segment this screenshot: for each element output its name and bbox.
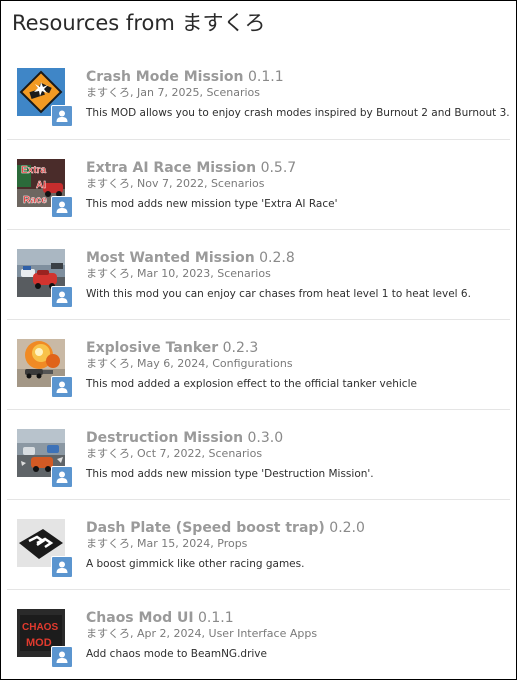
resource-title-link[interactable]: Dash Plate (Speed boost trap) — [86, 520, 325, 536]
resource-description: This MOD allows you to enjoy crash modes… — [86, 107, 510, 119]
resource-list: Crash Mode Mission 0.1.1 ますくろ, Jan 7, 20… — [7, 49, 510, 679]
resource-text: Crash Mode Mission 0.1.1 ますくろ, Jan 7, 20… — [86, 68, 510, 120]
resource-text: Explosive Tanker 0.2.3 ますくろ, May 6, 2024… — [86, 339, 506, 391]
category-link[interactable]: Props — [217, 537, 247, 550]
author-avatar[interactable] — [51, 556, 73, 578]
author-link[interactable]: ますくろ — [86, 86, 130, 99]
author-link[interactable]: ますくろ — [86, 177, 130, 190]
resource-version: 0.2.0 — [329, 520, 365, 536]
resource-version: 0.1.1 — [198, 610, 234, 626]
author-link[interactable]: ますくろ — [86, 627, 130, 640]
resource-title-link[interactable]: Crash Mode Mission — [86, 69, 244, 85]
resource-version: 0.2.8 — [259, 250, 295, 266]
resource-title-link[interactable]: Most Wanted Mission — [86, 250, 255, 266]
resource-description: This mod added a explosion effect to the… — [86, 378, 417, 390]
author-avatar[interactable] — [51, 105, 73, 127]
resource-date: Apr 2, 2024 — [137, 627, 202, 640]
resource-item: Destruction Mission 0.3.0 ますくろ, Oct 7, 2… — [7, 409, 510, 499]
category-link[interactable]: Configurations — [212, 357, 292, 370]
author-avatar[interactable] — [51, 376, 73, 398]
resource-meta: ますくろ, May 6, 2024, Configurations — [86, 357, 293, 370]
category-link[interactable]: Scenarios — [217, 267, 271, 280]
resource-text: Dash Plate (Speed boost trap) 0.2.0 ますくろ… — [86, 519, 506, 571]
category-link[interactable]: Scenarios — [211, 177, 265, 190]
resource-meta: ますくろ, Jan 7, 2025, Scenarios — [86, 86, 261, 99]
resource-item: Crash Mode Mission 0.1.1 ますくろ, Jan 7, 20… — [7, 49, 510, 139]
resource-title-link[interactable]: Explosive Tanker — [86, 340, 218, 356]
resource-meta: ますくろ, Apr 2, 2024, User Interface Apps — [86, 627, 318, 640]
resource-description: With this mod you can enjoy car chases f… — [86, 288, 471, 300]
resource-date: Mar 10, 2023 — [137, 267, 211, 280]
author-avatar[interactable] — [51, 196, 73, 218]
resource-item: Explosive Tanker 0.2.3 ますくろ, May 6, 2024… — [7, 319, 510, 409]
author-link[interactable]: ますくろ — [86, 537, 130, 550]
resource-text: Most Wanted Mission 0.2.8 ますくろ, Mar 10, … — [86, 249, 506, 301]
resource-date: Oct 7, 2022 — [137, 447, 202, 460]
resource-version: 0.3.0 — [247, 430, 284, 446]
resource-item: CHAOS MOD Chaos Mod UI 0.1.1 ますくろ, Apr 2… — [7, 589, 510, 679]
user-icon — [56, 201, 68, 213]
resource-title-link[interactable]: Destruction Mission — [86, 430, 243, 446]
page-title: Resources from ますくろ — [12, 11, 266, 35]
author-avatar[interactable] — [51, 286, 73, 308]
resource-title-link[interactable]: Chaos Mod UI — [86, 610, 194, 626]
resource-description: A boost gimmick like other racing games. — [86, 558, 305, 570]
resource-description: Add chaos mode to BeamNG.drive — [86, 648, 267, 660]
resource-date: Jan 7, 2025 — [137, 86, 200, 99]
category-link[interactable]: Scenarios — [206, 86, 260, 99]
resource-date: May 6, 2024 — [137, 357, 206, 370]
user-icon — [56, 471, 68, 483]
author-link[interactable]: ますくろ — [86, 267, 130, 280]
resource-title-link[interactable]: Extra AI Race Mission — [86, 160, 256, 176]
thumb-text-line: CHAOS — [22, 622, 58, 633]
resource-meta: ますくろ, Mar 10, 2023, Scenarios — [86, 267, 271, 280]
resource-description: This mod adds new mission type 'Extra AI… — [86, 198, 338, 210]
user-icon — [56, 381, 68, 393]
resource-meta: ますくろ, Mar 15, 2024, Props — [86, 537, 248, 550]
resource-text: Extra AI Race Mission 0.5.7 ますくろ, Nov 7,… — [86, 159, 506, 211]
resource-item: Dash Plate (Speed boost trap) 0.2.0 ますくろ… — [7, 499, 510, 589]
resource-meta: ますくろ, Oct 7, 2022, Scenarios — [86, 447, 263, 460]
resource-meta: ますくろ, Nov 7, 2022, Scenarios — [86, 177, 265, 190]
thumb-text-line: Extra — [21, 165, 46, 176]
category-link[interactable]: Scenarios — [209, 447, 263, 460]
author-link[interactable]: ますくろ — [86, 357, 130, 370]
resource-version: 0.2.3 — [222, 340, 259, 356]
resource-version: 0.1.1 — [247, 69, 284, 85]
resource-text: Destruction Mission 0.3.0 ますくろ, Oct 7, 2… — [86, 429, 506, 481]
user-icon — [56, 561, 68, 573]
resource-date: Nov 7, 2022 — [137, 177, 204, 190]
thumb-text-line: Race — [23, 195, 47, 206]
category-link[interactable]: User Interface Apps — [209, 627, 318, 640]
resource-item: Extra AI Race Extra AI Race Mission 0.5.… — [7, 139, 510, 229]
user-icon — [56, 291, 68, 303]
resource-text: Chaos Mod UI 0.1.1 ますくろ, Apr 2, 2024, Us… — [86, 609, 506, 661]
author-link[interactable]: ますくろ — [86, 447, 130, 460]
user-icon — [56, 110, 68, 122]
thumb-text-line: MOD — [26, 637, 52, 649]
resource-item: Most Wanted Mission 0.2.8 ますくろ, Mar 10, … — [7, 229, 510, 319]
resource-description: This mod adds new mission type 'Destruct… — [86, 468, 374, 480]
thumb-text-line: AI — [36, 180, 46, 191]
resource-version: 0.5.7 — [260, 160, 297, 176]
author-avatar[interactable] — [51, 466, 73, 488]
resources-page: Resources from ますくろ Crash Mode Mission 0… — [0, 0, 517, 680]
author-avatar[interactable] — [51, 646, 73, 668]
resource-date: Mar 15, 2024 — [137, 537, 211, 550]
user-icon — [56, 651, 68, 663]
